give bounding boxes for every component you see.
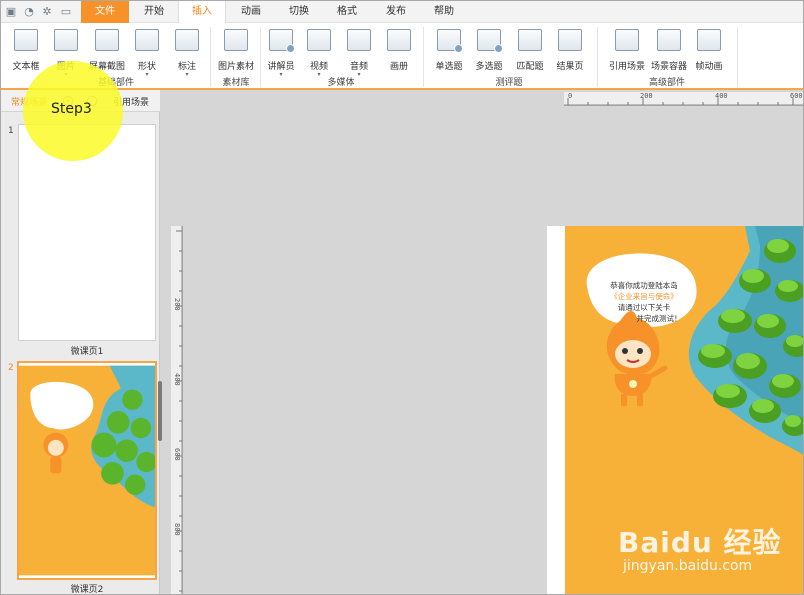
matching-button[interactable]: 匹配题 — [510, 27, 550, 81]
tab-publish[interactable]: 发布 — [375, 1, 417, 23]
video-button[interactable]: 视频 ▾ — [299, 27, 339, 81]
image-assets-icon — [224, 29, 248, 51]
video-icon — [307, 29, 331, 51]
image-icon — [54, 29, 78, 51]
divider — [737, 27, 738, 87]
shape-icon — [135, 29, 159, 51]
result-page-button[interactable]: 结果页 — [550, 27, 590, 81]
step-label: Step3 — [51, 101, 92, 117]
tab-insert[interactable]: 插入 — [178, 1, 226, 24]
scene-container-label: 场景容器 — [650, 62, 687, 72]
ribbon-insert: 文本框 图片▾ 屏幕截图 形状▾ 标注▾ 基础部件 图片素材 素材库 讲解员▾ … — [1, 23, 803, 90]
present-icon[interactable]: ▭ — [60, 6, 72, 18]
matching-label: 匹配题 — [516, 62, 544, 72]
settings-icon[interactable]: ✲ — [41, 6, 53, 18]
ruler-label: 400 — [715, 92, 728, 100]
group-assets: 素材库 — [222, 78, 250, 88]
reference-scene-button[interactable]: 引用场景 — [605, 27, 649, 81]
chevron-down-icon: ▾ — [185, 71, 189, 78]
menu-bar: ▣ ◔ ✲ ▭ 文件 开始 插入 动画 切换 格式 发布 帮助 — [1, 1, 803, 24]
textbox-label: 文本框 — [12, 62, 40, 72]
multi-choice-label: 多选题 — [475, 62, 503, 72]
reference-scene-label: 引用场景 — [608, 62, 645, 72]
result-page-label: 结果页 — [556, 62, 584, 72]
audio-button[interactable]: 音频 ▾ — [339, 27, 379, 81]
multi-choice-icon — [477, 29, 503, 53]
slide-2-preview — [19, 365, 155, 576]
undo-icon[interactable]: ◔ — [23, 6, 35, 18]
album-icon — [387, 29, 411, 51]
tab-transition[interactable]: 切换 — [278, 1, 320, 23]
speech-line: 并完成测试！ — [636, 314, 682, 323]
slide-caption: 微课页1 — [70, 347, 104, 357]
slide-caption: 微课页2 — [70, 585, 104, 595]
slide-thumbnail-2[interactable] — [17, 361, 157, 580]
panel-splitter[interactable] — [158, 381, 162, 441]
speech-line: 恭喜你成功登陆本岛 — [610, 281, 678, 290]
ruler-label: 200 — [173, 298, 181, 311]
ruler-label: 0 — [568, 92, 573, 100]
ruler-label: 600 — [790, 92, 803, 100]
chevron-down-icon: ▾ — [279, 71, 283, 78]
single-choice-icon — [437, 29, 463, 53]
slide-panel: 常规场景 + - 引用场景 1 微课页1 2 微课 — [1, 90, 160, 595]
matching-icon — [518, 29, 542, 51]
slide-number: 2 — [8, 363, 14, 373]
divider — [210, 27, 211, 87]
reference-scene-icon — [615, 29, 639, 51]
ruler-label: 800 — [173, 523, 181, 536]
save-icon[interactable]: ▣ — [5, 6, 17, 18]
tab-help[interactable]: 帮助 — [423, 1, 465, 23]
tab-animation[interactable]: 动画 — [230, 1, 272, 23]
shape-button[interactable]: 形状 ▾ — [127, 27, 167, 81]
horizontal-ruler: 0 200 400 600 — [564, 92, 803, 106]
group-advanced: 高级部件 — [648, 78, 685, 88]
slide-number: 1 — [8, 126, 14, 136]
ruler-label: 200 — [640, 92, 653, 100]
album-button[interactable]: 画册 — [379, 27, 419, 81]
group-multimedia: 多媒体 — [327, 78, 355, 88]
speech-text: 恭喜你成功登陆本岛 《企业来旨与使命》 请通过以下关卡 并完成测试！ — [589, 280, 699, 324]
frame-animation-icon — [697, 29, 721, 51]
tab-format[interactable]: 格式 — [326, 1, 368, 23]
baidu-watermark-url: jingyan.baidu.com — [623, 558, 753, 574]
scene-container-button[interactable]: 场景容器 — [647, 27, 691, 81]
vertical-ruler: 200 400 600 800 — [171, 226, 183, 594]
result-page-icon — [558, 29, 582, 51]
image-assets-label: 图片素材 — [217, 62, 254, 72]
app-window: ▣ ◔ ✲ ▭ 文件 开始 插入 动画 切换 格式 发布 帮助 文本框 图片▾ … — [0, 0, 804, 595]
divider — [423, 27, 424, 87]
screenshot-icon — [95, 29, 119, 51]
group-quiz: 测评题 — [495, 78, 523, 88]
horizontal-ruler-ticks — [564, 98, 803, 106]
narrator-icon — [269, 29, 295, 53]
baidu-watermark-logo: Baidu 经验 — [618, 526, 782, 559]
image-assets-button[interactable]: 图片素材 — [214, 27, 258, 81]
scene-container-icon — [657, 29, 681, 51]
single-choice-button[interactable]: 单选题 — [429, 27, 469, 81]
speech-line: 请通过以下关卡 — [617, 303, 671, 312]
ruler-label: 400 — [173, 373, 181, 386]
tab-file[interactable]: 文件 — [81, 1, 129, 23]
callout-button[interactable]: 标注 ▾ — [167, 27, 207, 81]
narrator-button[interactable]: 讲解员 ▾ — [261, 27, 301, 81]
vertical-ruler-ticks — [176, 226, 183, 594]
speech-line-highlight: 《企业来旨与使命》 — [610, 292, 678, 301]
frame-animation-label: 帧动画 — [695, 62, 723, 72]
single-choice-label: 单选题 — [435, 62, 463, 72]
multi-choice-button[interactable]: 多选题 — [469, 27, 509, 81]
divider — [597, 27, 598, 87]
callout-icon — [175, 29, 199, 51]
ruler-label: 600 — [173, 448, 181, 461]
album-label: 画册 — [389, 62, 408, 72]
frame-animation-button[interactable]: 帧动画 — [689, 27, 729, 81]
tab-start[interactable]: 开始 — [133, 1, 175, 23]
textbox-icon — [14, 29, 38, 51]
audio-icon — [347, 29, 371, 51]
